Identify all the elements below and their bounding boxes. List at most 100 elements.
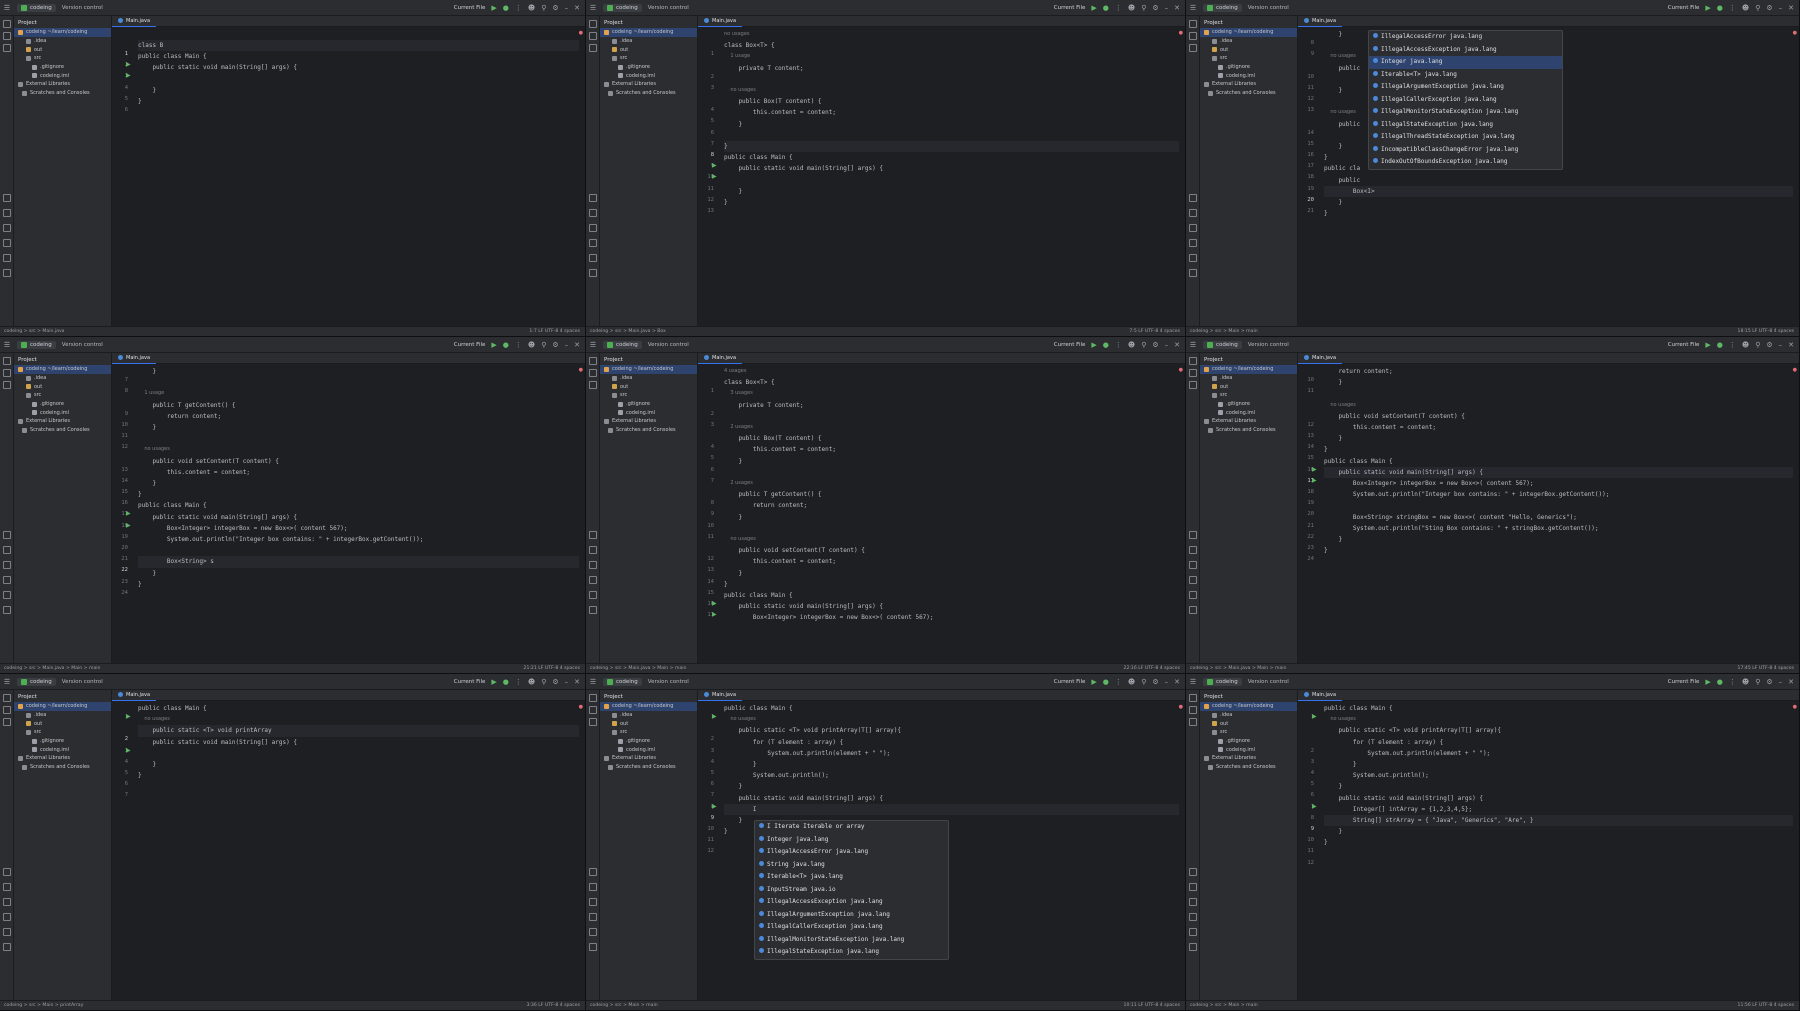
more-icon[interactable]: ⋮ — [515, 678, 522, 686]
folder-icon[interactable] — [589, 357, 597, 365]
run-config-selector[interactable]: Current File — [1054, 5, 1086, 11]
breadcrumb[interactable]: codeing > src > Main.java — [4, 329, 64, 334]
gear-icon[interactable]: ⚙ — [1152, 4, 1158, 12]
completion-item[interactable]: IllegalMonitorStateException java.lang — [1369, 106, 1562, 119]
code-area[interactable]: } 1 usage public T getContent() { return… — [138, 364, 579, 663]
terminal-icon[interactable] — [1189, 224, 1197, 232]
tree-item[interactable]: External Libraries — [14, 417, 111, 426]
inspection-status-icon[interactable]: ● — [579, 367, 583, 373]
run-gutter-icon[interactable]: ▶ — [1312, 477, 1317, 484]
more-icon[interactable]: ⋮ — [1729, 341, 1736, 349]
search-icon[interactable]: ⚲ — [1755, 4, 1760, 12]
completion-item[interactable]: Integer java.lang — [1369, 56, 1562, 69]
run-icon[interactable]: ▶ — [491, 341, 496, 349]
tree-item[interactable]: src — [1200, 54, 1297, 63]
debug-icon[interactable]: ● — [1717, 678, 1723, 686]
gear-icon[interactable]: ⚙ — [552, 678, 558, 686]
tree-item[interactable]: .idea — [14, 37, 111, 46]
folder-icon[interactable] — [3, 357, 11, 365]
tree-item[interactable]: codeing ~/learn/codeing — [600, 365, 697, 374]
tree-item[interactable]: src — [1200, 391, 1297, 400]
usage-hint[interactable]: no usages — [138, 714, 170, 725]
line-gutter[interactable]: 1 ▶ 2 3 ▶ 4 5 6 7 — [112, 701, 138, 1000]
run-gutter-icon[interactable]: ▶ — [126, 747, 131, 754]
close-icon[interactable]: ✕ — [1788, 678, 1794, 686]
minimize-icon[interactable]: – — [565, 4, 569, 12]
tree-item[interactable]: Scratches and Consoles — [1200, 763, 1297, 772]
inspection-status-icon[interactable]: ● — [1793, 30, 1797, 36]
close-icon[interactable]: ✕ — [1174, 341, 1180, 349]
usage-hint[interactable]: no usages — [1324, 400, 1356, 411]
completion-item[interactable]: IllegalStateException java.lang — [755, 946, 948, 959]
git-icon[interactable] — [3, 591, 11, 599]
inspection-status-icon[interactable]: ● — [579, 704, 583, 710]
close-icon[interactable]: ✕ — [574, 341, 580, 349]
run-tool-icon[interactable] — [1189, 883, 1197, 891]
tree-item[interactable]: .idea — [600, 374, 697, 383]
project-switcher[interactable]: codeing — [17, 677, 56, 686]
tree-item[interactable]: codeing ~/learn/codeing — [1200, 365, 1297, 374]
run-icon[interactable]: ▶ — [1705, 4, 1710, 12]
completion-item[interactable]: IllegalArgumentException java.lang — [755, 909, 948, 922]
more-icon[interactable]: ⋮ — [515, 341, 522, 349]
tree-item[interactable]: codeing ~/learn/codeing — [1200, 702, 1297, 711]
run-tool-icon[interactable] — [589, 546, 597, 554]
usage-hint[interactable]: no usages — [724, 714, 756, 725]
code-editor[interactable]: Main.java 1 2 3 4 5 6 7 8 9 ▶ 10 ▶ 11 12 13 no usages cla… — [698, 16, 1185, 326]
project-tree-header[interactable]: Project — [14, 18, 111, 28]
todo-icon[interactable] — [3, 269, 11, 277]
code-editor[interactable]: Main.java 7 8 9 10 11 12 13 14 15 16 17 ▶ 18 ▶ 19 20 21 22… — [112, 353, 585, 663]
search-icon[interactable]: ⚲ — [1755, 678, 1760, 686]
tree-item[interactable]: codeing ~/learn/codeing — [14, 702, 111, 711]
status-info[interactable]: 10:11 LF UTF-8 4 spaces — [1124, 1003, 1185, 1008]
run-icon[interactable]: ▶ — [491, 4, 496, 12]
run-config-selector[interactable]: Current File — [1668, 679, 1700, 685]
run-icon[interactable]: ▶ — [1705, 341, 1710, 349]
search-icon[interactable]: ⚲ — [541, 4, 546, 12]
version-control-menu[interactable]: Version control — [1248, 5, 1289, 11]
tree-item[interactable]: .gitignore — [14, 400, 111, 409]
status-info[interactable]: 11:56 LF UTF-8 4 spaces — [1738, 1003, 1799, 1008]
close-icon[interactable]: ✕ — [1174, 4, 1180, 12]
user-icon[interactable]: ☻ — [1742, 678, 1749, 686]
tree-item[interactable]: Scratches and Consoles — [1200, 426, 1297, 435]
debug-icon[interactable]: ● — [503, 341, 509, 349]
run-tool-icon[interactable] — [589, 209, 597, 217]
status-info[interactable]: 1:7 LF UTF-8 4 spaces — [529, 329, 585, 334]
folder-icon[interactable] — [589, 20, 597, 28]
structure-icon[interactable] — [1189, 706, 1197, 714]
project-tree-header[interactable]: Project — [600, 355, 697, 365]
git-icon[interactable] — [589, 928, 597, 936]
tree-item[interactable]: External Libraries — [14, 80, 111, 89]
breadcrumb[interactable]: codeing > src > Main > main — [1190, 1003, 1258, 1008]
tab-main-java[interactable]: Main.java — [1298, 16, 1343, 27]
debug-icon[interactable]: ● — [503, 4, 509, 12]
minimize-icon[interactable]: – — [1165, 678, 1169, 686]
completion-item[interactable]: String java.lang — [755, 859, 948, 872]
project-switcher[interactable]: codeing — [17, 340, 56, 349]
terminal-icon[interactable] — [3, 224, 11, 232]
more-tools-icon[interactable] — [1189, 381, 1197, 389]
breadcrumb[interactable]: codeing > src > Main.java > Main > main — [590, 666, 686, 671]
tab-main-java[interactable]: Main.java — [698, 353, 743, 364]
tree-item[interactable]: .idea — [1200, 711, 1297, 720]
minimize-icon[interactable]: – — [1779, 4, 1783, 12]
services-icon[interactable] — [589, 868, 597, 876]
tree-item[interactable]: .idea — [1200, 37, 1297, 46]
usage-hint[interactable]: no usages — [724, 85, 756, 96]
project-tree-header[interactable]: Project — [1200, 18, 1297, 28]
code-area[interactable]: no usages class Box<T> { 1 usage private … — [724, 27, 1179, 326]
tree-item[interactable]: External Libraries — [600, 417, 697, 426]
run-gutter-icon[interactable]: ▶ — [712, 611, 717, 618]
terminal-icon[interactable] — [1189, 898, 1197, 906]
search-icon[interactable]: ⚲ — [1141, 4, 1146, 12]
terminal-icon[interactable] — [589, 224, 597, 232]
tree-item[interactable]: .gitignore — [14, 737, 111, 746]
terminal-icon[interactable] — [1189, 561, 1197, 569]
completion-item[interactable]: IncompatibleClassChangeError java.lang — [1369, 144, 1562, 157]
hamburger-icon[interactable]: ☰ — [586, 678, 600, 686]
line-gutter[interactable]: 10 11 12 13 14 15 16 ▶ 17 ▶ 18 19 20 21 22 23 24 — [1298, 364, 1324, 663]
breadcrumb[interactable]: codeing > src > Main.java > Main > main — [4, 666, 100, 671]
breadcrumb[interactable]: codeing > src > Main > printArray — [4, 1003, 83, 1008]
version-control-menu[interactable]: Version control — [62, 679, 103, 685]
